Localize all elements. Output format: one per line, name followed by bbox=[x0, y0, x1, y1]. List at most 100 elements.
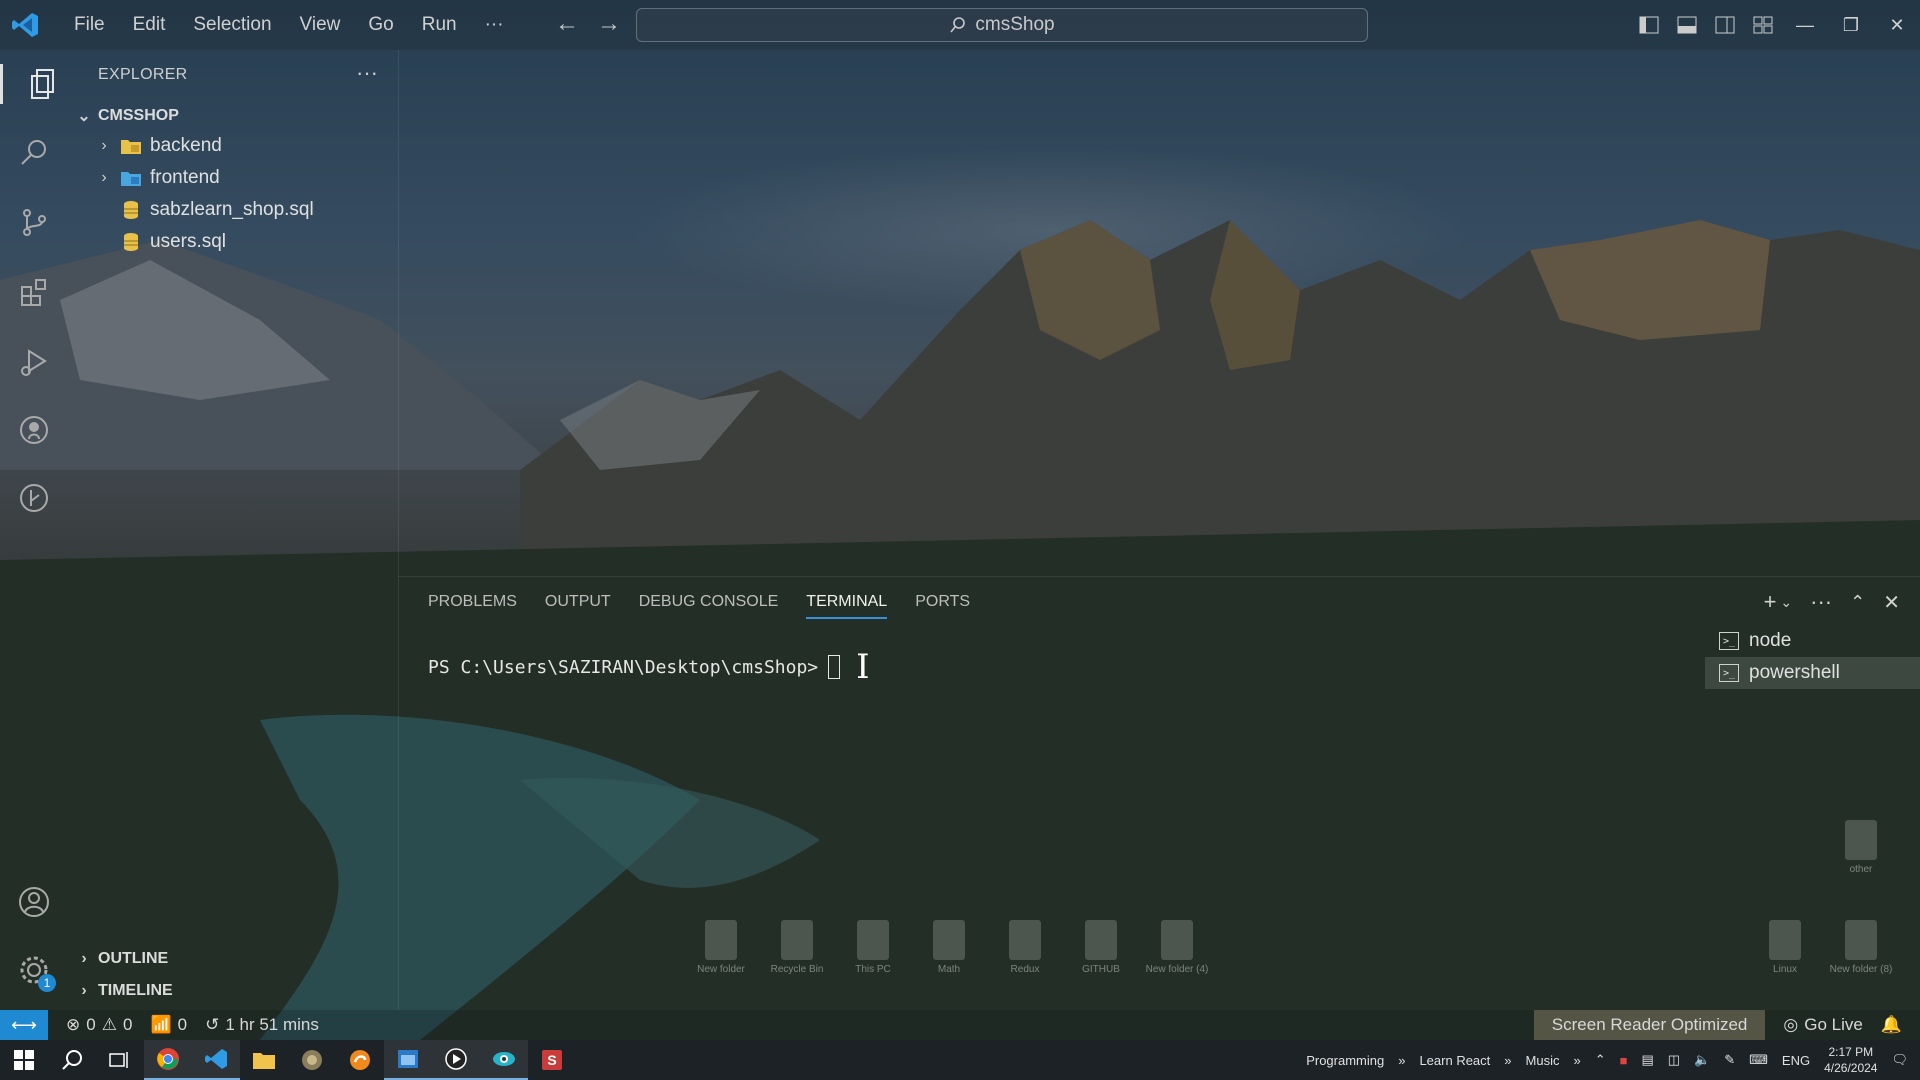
tree-item-sabzlearn-shop-sql[interactable]: sabzlearn_shop.sql bbox=[96, 195, 314, 225]
vscode-logo-icon bbox=[12, 13, 38, 37]
windows-start-icon[interactable] bbox=[0, 1040, 48, 1080]
notifications-bell-icon[interactable]: 🔔 bbox=[1881, 1015, 1902, 1035]
new-terminal-plus-icon[interactable]: + bbox=[1764, 589, 1777, 615]
screen-reader-status[interactable]: Screen Reader Optimized bbox=[1533, 1010, 1766, 1040]
terminal-tabs-list: >_ node >_ powershell bbox=[1705, 625, 1920, 689]
menu-view[interactable]: View bbox=[286, 14, 355, 36]
notification-badge: 1 bbox=[38, 974, 56, 992]
search-icon bbox=[950, 17, 966, 33]
close-icon[interactable]: ✕ bbox=[1874, 15, 1920, 36]
app-window-icon[interactable] bbox=[384, 1040, 432, 1080]
outline-section[interactable]: › OUTLINE bbox=[76, 950, 168, 968]
terminal-icon: >_ bbox=[1719, 632, 1739, 650]
menu-run[interactable]: Run bbox=[408, 14, 471, 36]
red-s-app-icon[interactable]: S bbox=[528, 1040, 576, 1080]
timeline-section[interactable]: › TIMELINE bbox=[76, 982, 172, 1000]
clock-date: 4/26/2024 bbox=[1824, 1061, 1878, 1075]
tab-debug-console[interactable]: DEBUG CONSOLE bbox=[639, 593, 779, 619]
git-graph-icon[interactable] bbox=[14, 478, 54, 518]
folder-icon bbox=[121, 140, 141, 154]
source-control-icon[interactable] bbox=[14, 202, 54, 242]
problems-status[interactable]: ⊗ 0 ⚠ 0 bbox=[66, 1015, 132, 1035]
menu-more[interactable]: ··· bbox=[471, 14, 518, 36]
manage-gear-icon[interactable]: 1 bbox=[14, 950, 56, 992]
customize-layout-icon[interactable] bbox=[1744, 16, 1782, 34]
ports-status[interactable]: 📶 0 bbox=[150, 1015, 187, 1035]
back-arrow-icon[interactable]: ← bbox=[555, 10, 579, 38]
toolbar-music[interactable]: Music bbox=[1526, 1053, 1560, 1068]
tab-output[interactable]: OUTPUT bbox=[545, 593, 611, 619]
run-debug-icon[interactable] bbox=[14, 342, 54, 382]
tree-item-users-sql[interactable]: users.sql bbox=[96, 227, 226, 257]
globe-app-icon[interactable] bbox=[288, 1040, 336, 1080]
toggle-secondary-sidebar-icon[interactable] bbox=[1706, 16, 1744, 34]
error-icon: ⊗ bbox=[66, 1015, 81, 1034]
media-player-icon[interactable] bbox=[432, 1040, 480, 1080]
broadcast-icon: ◎ bbox=[1783, 1015, 1799, 1034]
go-live-label: Go Live bbox=[1804, 1015, 1863, 1034]
action-center-icon[interactable]: 🗨 bbox=[1891, 1052, 1908, 1068]
search-icon[interactable] bbox=[14, 132, 54, 172]
toggle-sidebar-icon[interactable] bbox=[1630, 16, 1668, 34]
tab-terminal[interactable]: TERMINAL bbox=[806, 593, 888, 619]
restore-icon[interactable]: ❐ bbox=[1828, 15, 1874, 36]
remote-indicator-icon[interactable]: ⟷ bbox=[0, 1010, 48, 1040]
github-icon[interactable] bbox=[14, 410, 54, 450]
pen-icon[interactable]: ✎ bbox=[1724, 1052, 1735, 1068]
file-explorer-icon[interactable] bbox=[240, 1040, 288, 1080]
extensions-icon[interactable] bbox=[14, 272, 54, 312]
menu-selection[interactable]: Selection bbox=[179, 14, 285, 36]
database-icon bbox=[124, 201, 138, 219]
toolbar-learn-react[interactable]: Learn React bbox=[1419, 1053, 1490, 1068]
nav-arrows: ← → bbox=[555, 10, 621, 38]
terminal-tab-powershell[interactable]: >_ powershell bbox=[1705, 657, 1920, 689]
close-panel-icon[interactable]: ✕ bbox=[1883, 590, 1900, 615]
workspace-root[interactable]: ⌄ CMSSHOP bbox=[76, 106, 179, 126]
chevron-down-icon: ⌄ bbox=[77, 108, 91, 125]
history-icon: ↺ bbox=[205, 1015, 220, 1034]
menu-go[interactable]: Go bbox=[354, 14, 407, 36]
toggle-panel-icon[interactable] bbox=[1668, 16, 1706, 34]
chevron-down-icon[interactable]: ⌄ bbox=[1780, 594, 1792, 611]
terminal-tab-node[interactable]: >_ node bbox=[1705, 625, 1920, 657]
time-tracker-status[interactable]: ↺ 1 hr 51 mins bbox=[205, 1015, 319, 1035]
chrome-icon[interactable] bbox=[144, 1040, 192, 1080]
tab-ports[interactable]: PORTS bbox=[915, 593, 970, 619]
forward-arrow-icon[interactable]: → bbox=[597, 10, 621, 38]
explorer-more-button[interactable]: ··· bbox=[356, 60, 378, 86]
explorer-icon[interactable] bbox=[0, 64, 71, 104]
tree-item-label: users.sql bbox=[150, 231, 227, 252]
volume-icon[interactable]: 🔈 bbox=[1694, 1052, 1710, 1068]
taskbar-clock[interactable]: 2:17 PM 4/26/2024 bbox=[1824, 1044, 1877, 1076]
orange-app-icon[interactable] bbox=[336, 1040, 384, 1080]
menu-bar: File Edit Selection View Go Run ··· bbox=[60, 14, 518, 36]
more-actions-icon[interactable]: ··· bbox=[1810, 589, 1832, 615]
go-live-button[interactable]: ◎ Go Live bbox=[1783, 1015, 1862, 1035]
chevron-right-icon: › bbox=[101, 137, 107, 154]
show-hidden-icons-chevron-up-icon[interactable]: ⌃ bbox=[1595, 1052, 1606, 1068]
task-view-icon[interactable] bbox=[96, 1040, 144, 1080]
tree-item-frontend[interactable]: › frontend bbox=[96, 163, 219, 193]
tree-item-backend[interactable]: › backend bbox=[96, 131, 222, 161]
command-center-search[interactable]: cmsShop bbox=[636, 8, 1368, 42]
vscode-taskbar-icon[interactable] bbox=[192, 1040, 240, 1080]
minimize-icon[interactable]: — bbox=[1782, 15, 1828, 36]
account-icon[interactable] bbox=[14, 882, 54, 922]
maximize-panel-icon[interactable]: ⌃ bbox=[1850, 592, 1865, 613]
terminal-tab-label: node bbox=[1749, 630, 1792, 651]
taskbar-search-icon[interactable] bbox=[48, 1040, 96, 1080]
system-tray: Programming » Learn React » Music » ⌃ ■ ▤ ◫… bbox=[1306, 1040, 1920, 1080]
menu-file[interactable]: File bbox=[60, 14, 119, 36]
toolbar-programming[interactable]: Programming bbox=[1306, 1053, 1384, 1068]
eye-app-icon[interactable] bbox=[480, 1040, 528, 1080]
activity-bar: 1 bbox=[0, 50, 68, 1010]
keyboard-icon[interactable]: ⌨ bbox=[1749, 1052, 1768, 1068]
error-count: 0 bbox=[86, 1015, 96, 1034]
monitor-icon[interactable]: ◫ bbox=[1668, 1052, 1680, 1068]
terminal-line[interactable]: PS C:\Users\SAZIRAN\Desktop\cmsShop> I bbox=[428, 647, 870, 687]
menu-edit[interactable]: Edit bbox=[119, 14, 180, 36]
tab-problems[interactable]: PROBLEMS bbox=[428, 593, 517, 619]
tray-app-icon[interactable]: ■ bbox=[1620, 1053, 1628, 1068]
input-language[interactable]: ENG bbox=[1782, 1053, 1810, 1068]
network-icon[interactable]: ▤ bbox=[1641, 1052, 1653, 1068]
